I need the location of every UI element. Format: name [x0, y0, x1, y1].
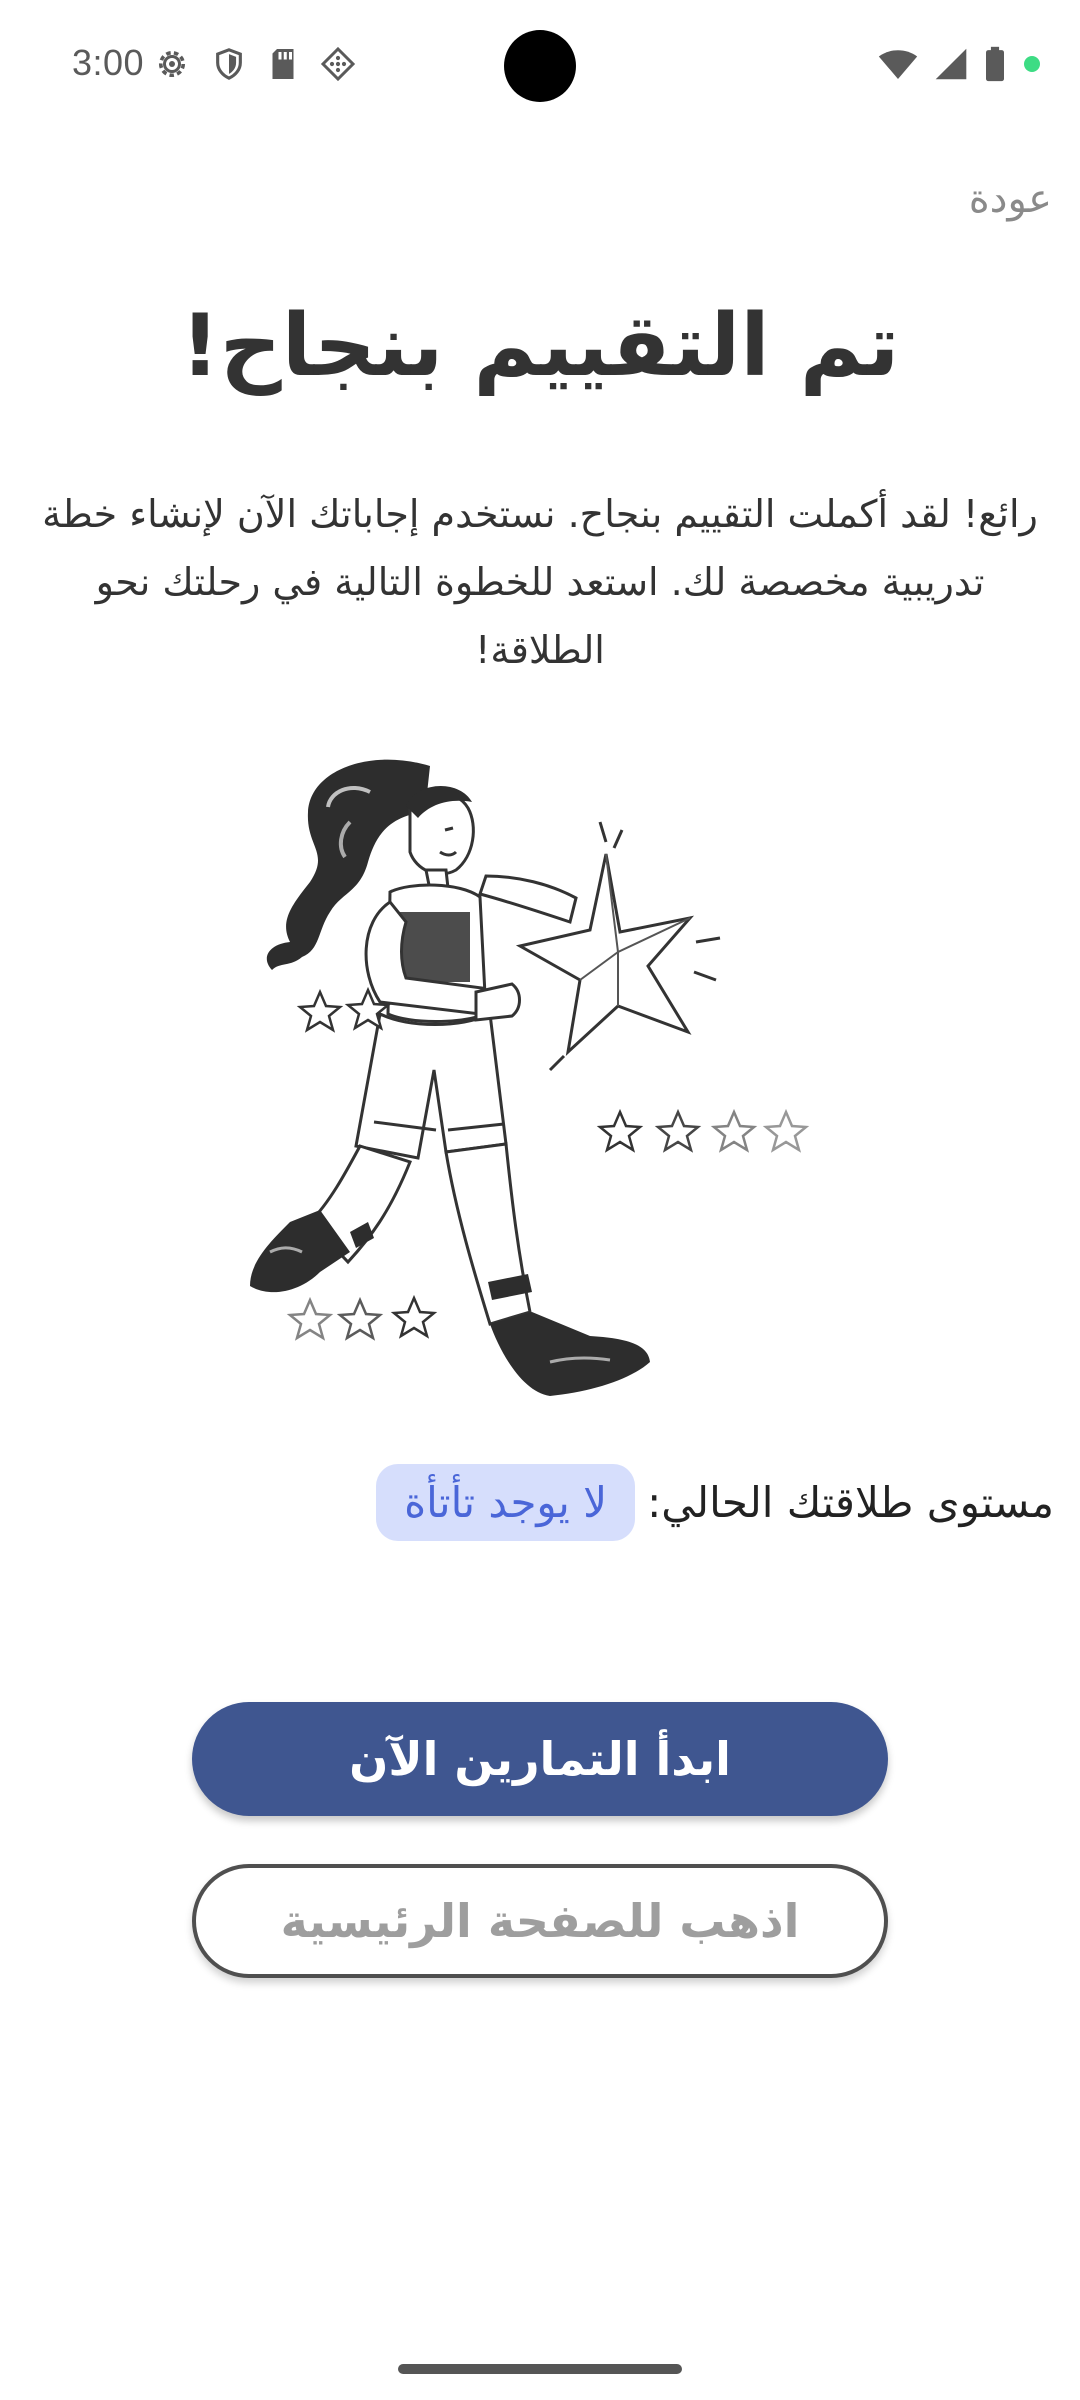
- home-indicator[interactable]: [398, 2364, 682, 2374]
- description-text: رائع! لقد أكملت التقييم بنجاح. نستخدم إج…: [42, 492, 1038, 672]
- dot-icon: [1024, 56, 1040, 72]
- sd-card-icon: [272, 49, 294, 79]
- start-exercises-button[interactable]: ابدأ التمارين الآن: [192, 1702, 888, 1816]
- woman-running-holding-star-illustration: [250, 759, 810, 1396]
- dotted-diamond-icon: [320, 46, 356, 82]
- signal-icon: [935, 48, 967, 80]
- wifi-icon: [878, 50, 918, 79]
- shield-icon: [216, 48, 242, 80]
- status-bar: 3:00: [0, 0, 1080, 130]
- status-icons-left: [154, 46, 356, 82]
- go-home-button[interactable]: اذهب للصفحة الرئيسية: [192, 1864, 888, 1978]
- camera-cutout: [504, 30, 576, 102]
- battery-icon: [986, 46, 1004, 82]
- status-icons-right: [878, 46, 1042, 82]
- gear-icon: [158, 50, 186, 78]
- fluency-level-label: مستوى طلاقتك الحالي:: [647, 1478, 1054, 1527]
- status-time: 3:00: [72, 42, 145, 83]
- page-title: تم التقييم بنجاح!: [180, 296, 900, 396]
- fluency-level-badge: لا يوجد تأتأة: [376, 1464, 636, 1541]
- fluency-level-row: مستوى طلاقتك الحالي: لا يوجد تأتأة: [376, 1464, 1054, 1541]
- screen: 3:00 عودة تم التقييم بنجاح! رائع! لقد أك…: [0, 0, 1080, 2400]
- back-button[interactable]: عودة: [969, 176, 1052, 222]
